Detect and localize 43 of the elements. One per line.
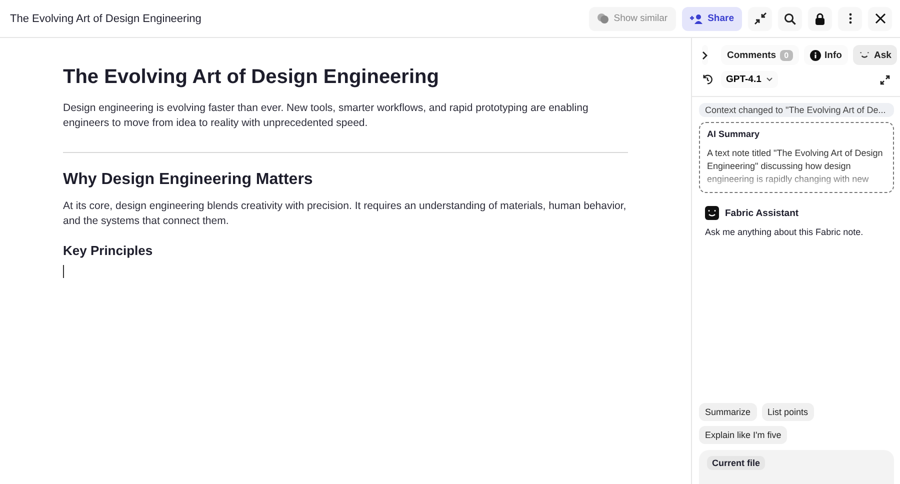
model-dropdown[interactable]: GPT-4.1 xyxy=(721,71,778,88)
history-icon[interactable] xyxy=(702,74,713,85)
more-button[interactable] xyxy=(838,6,862,30)
close-icon xyxy=(874,13,886,24)
summary-text: A text note titled "The Evolving Art of Design Engineering" discussing how design engineering is rapidly changing with new xyxy=(707,147,884,186)
smiley-icon xyxy=(858,50,870,60)
context-notice: Context changed to "The Evolving Art of De... xyxy=(699,103,894,117)
more-icon xyxy=(848,13,852,24)
lock-icon xyxy=(815,12,825,24)
close-button[interactable] xyxy=(868,6,892,30)
info-icon xyxy=(810,50,821,60)
text-cursor xyxy=(63,265,64,278)
circles-icon xyxy=(596,13,609,24)
section-heading: Why Design Engineering Matters xyxy=(63,171,314,189)
window-title: The Evolving Art of Design Engineering xyxy=(10,12,202,24)
assistant-name: Fabric Assistant xyxy=(725,208,799,218)
intro-paragraph: Design engineering is evolving faster than ever. New tools, smarter workflows, and rapid prototyping are enabling engineers to move from idea to reality with unprecedented speed. xyxy=(63,101,590,131)
search-button[interactable] xyxy=(778,6,802,30)
summary-title: AI Summary xyxy=(707,129,761,139)
context-chip[interactable]: Current file xyxy=(707,456,766,470)
caret-icon xyxy=(766,77,774,82)
panel-tab[interactable]: Info xyxy=(804,45,848,65)
add-person-icon xyxy=(690,14,703,24)
collapse-icon xyxy=(754,12,766,25)
suggestion-chip[interactable]: Summarize xyxy=(699,403,757,421)
expand-icon[interactable] xyxy=(880,74,890,84)
collapse-button[interactable] xyxy=(748,6,772,30)
assistant-avatar-icon xyxy=(705,206,719,220)
chevron-right-icon xyxy=(702,50,708,60)
section-paragraph: At its core, design engineering blends creativity with precision. It requires an understanding of materials, human behavior, and the systems that connect them. xyxy=(63,199,628,229)
suggestion-chip[interactable]: Explain like I'm five xyxy=(699,426,788,444)
lock-button[interactable] xyxy=(808,6,832,30)
panel-tab[interactable]: Ask xyxy=(852,45,898,65)
panel-tab[interactable]: Comments 0 xyxy=(721,45,799,65)
share-button[interactable]: Share xyxy=(682,6,742,30)
suggestion-chip[interactable]: List points xyxy=(762,403,814,421)
document-title: The Evolving Art of Design Engineering xyxy=(63,66,440,89)
collapse-panel-button[interactable] xyxy=(702,45,708,65)
count-badge: 0 xyxy=(780,50,793,60)
chat-input[interactable]: Current file xyxy=(699,450,894,484)
assistant-message: Ask me anything about this Fabric note. xyxy=(705,227,864,237)
search-icon xyxy=(784,12,796,24)
subheading: Key Principles xyxy=(63,243,154,258)
